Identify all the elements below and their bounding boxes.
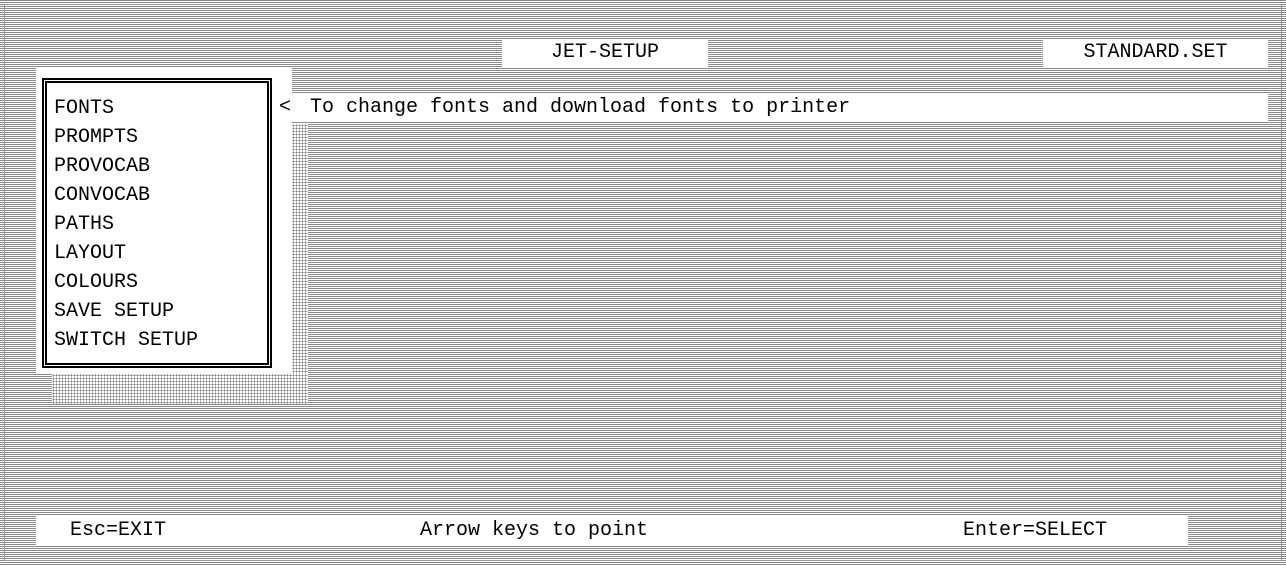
menu-shadow [292,124,308,404]
menu-item-prompts[interactable]: PROMPTS [54,123,198,152]
menu-item-description: To change fonts and download fonts to pr… [310,96,851,119]
dos-screen: JET-SETUP STANDARD.SET < To change fonts… [0,0,1286,565]
menu-item-layout[interactable]: LAYOUT [54,239,198,268]
main-menu: FONTS PROMPTS PROVOCAB CONVOCAB PATHS LA… [54,94,198,355]
menu-item-save-setup[interactable]: SAVE SETUP [54,297,198,326]
menu-item-paths[interactable]: PATHS [54,210,198,239]
menu-pointer: < [279,96,292,119]
menu-item-fonts[interactable]: FONTS [54,94,198,123]
menu-item-colours[interactable]: COLOURS [54,268,198,297]
setup-filename: STANDARD.SET [1043,39,1268,67]
menu-item-convocab[interactable]: CONVOCAB [54,181,198,210]
navigation-hint: Arrow keys to point [420,519,649,542]
select-key-hint[interactable]: Enter=SELECT [963,516,1107,546]
app-title: JET-SETUP [502,39,708,67]
menu-shadow [52,374,308,404]
menu-item-provocab[interactable]: PROVOCAB [54,152,198,181]
menu-item-switch-setup[interactable]: SWITCH SETUP [54,326,198,355]
exit-key-hint[interactable]: Esc=EXIT [70,516,166,546]
